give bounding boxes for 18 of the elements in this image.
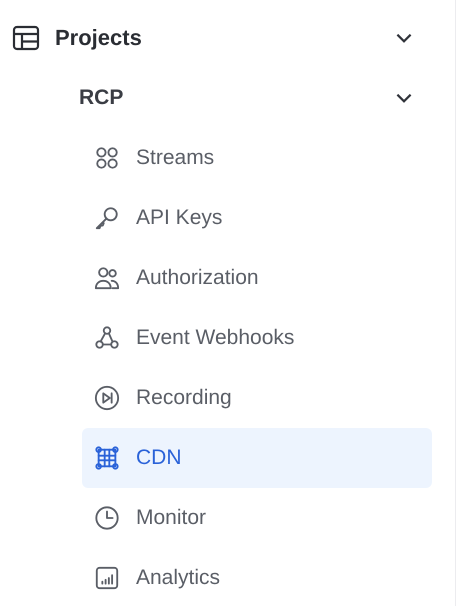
sidebar-item[interactable]: Analytics <box>82 548 432 606</box>
key-icon <box>94 205 120 231</box>
grid-icon <box>94 145 120 171</box>
play-circle-icon <box>94 385 120 411</box>
project-name: RCP <box>79 86 124 110</box>
table-icon <box>12 24 40 52</box>
users-icon <box>94 265 120 291</box>
sidebar-item[interactable]: Streams <box>82 128 432 188</box>
sidebar-item[interactable]: Authorization <box>82 248 432 308</box>
sidebar-item[interactable]: Monitor <box>82 488 432 548</box>
sidebar-item[interactable]: Event Webhooks <box>82 308 432 368</box>
clock-icon <box>94 505 120 531</box>
sidebar-item[interactable]: Recording <box>82 368 432 428</box>
section-title: Projects <box>55 25 143 51</box>
bar-chart-icon <box>94 565 120 591</box>
sidebar-item[interactable]: API Keys <box>82 188 432 248</box>
webhook-icon <box>94 325 120 351</box>
sidebar-item[interactable]: CDN <box>82 428 432 488</box>
